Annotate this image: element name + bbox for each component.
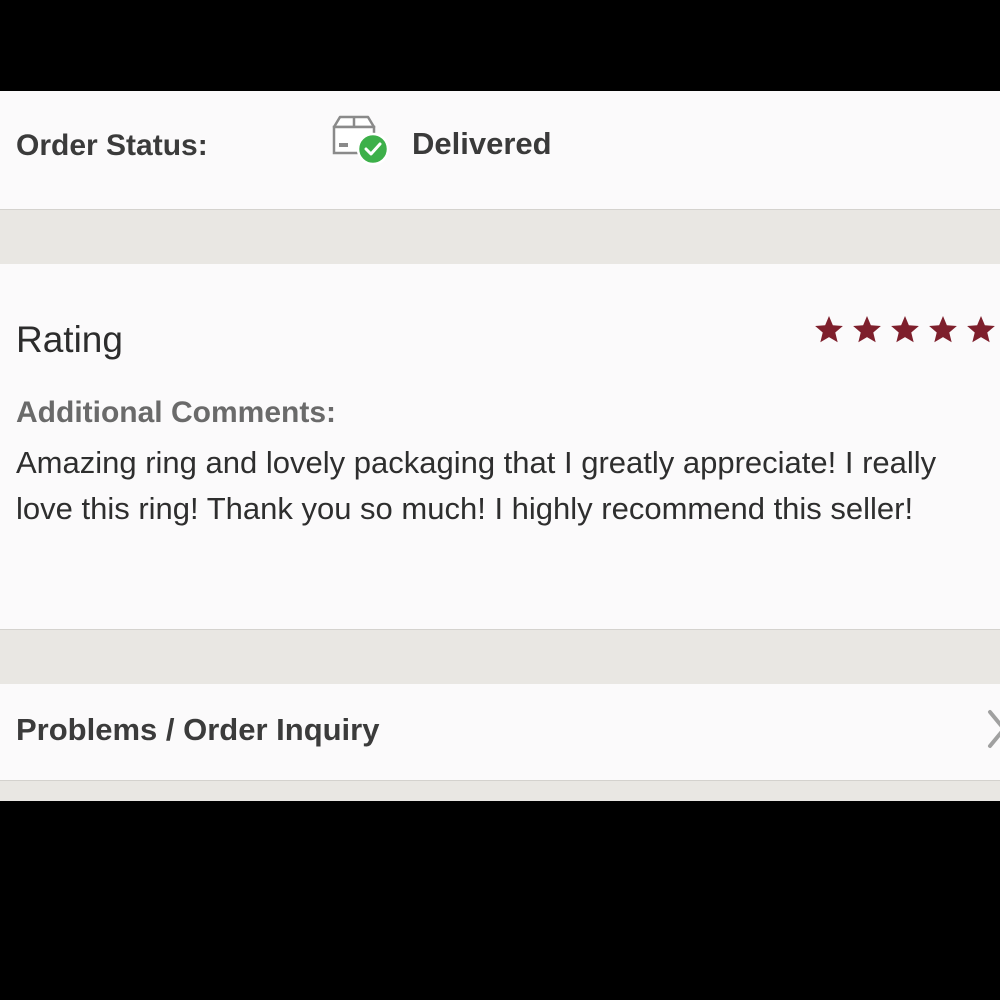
order-inquiry-row[interactable]: Problems / Order Inquiry <box>0 684 1000 780</box>
order-status-row: Order Status: Delivered <box>0 91 1000 209</box>
star-rating <box>813 314 1000 350</box>
star-icon <box>891 316 919 343</box>
check-badge <box>356 132 390 166</box>
rating-card: Rating Additional Comments: Amazing ring… <box>0 264 1000 629</box>
chevron-right-icon[interactable] <box>984 708 1000 750</box>
star-icon <box>967 316 995 343</box>
comment-text: Amazing ring and lovely packaging that I… <box>16 445 937 526</box>
package-delivered-icon <box>332 115 390 166</box>
order-detail-screen: Order Status: Delivered Rating Additiona… <box>0 91 1000 801</box>
order-status-label: Order Status: <box>16 129 208 162</box>
rating-title: Rating <box>16 319 123 360</box>
order-status-value: Delivered <box>412 126 552 161</box>
star-icon <box>815 316 843 343</box>
order-inquiry-label: Problems / Order Inquiry <box>16 712 380 747</box>
star-icon <box>929 316 957 343</box>
additional-comments-label: Additional Comments: <box>16 396 336 429</box>
star-icon <box>853 316 881 343</box>
